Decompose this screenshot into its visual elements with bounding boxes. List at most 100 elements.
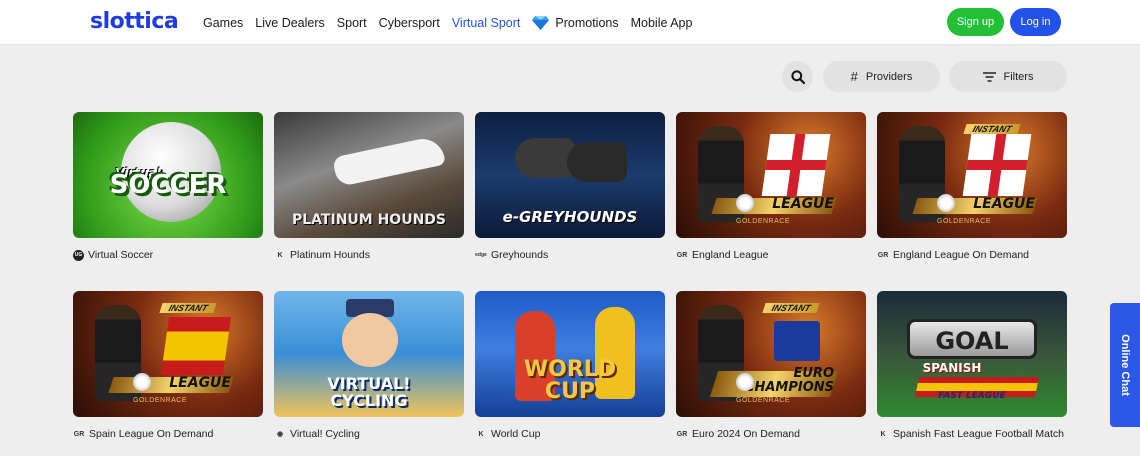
game-caption[interactable]: GR Euro 2024 On Demand [676, 428, 866, 440]
ball-icon [736, 194, 754, 212]
spain-flag-icon [160, 317, 232, 375]
game-card-platinum-hounds[interactable]: PLATINUM HOUNDS K Platinum Hounds [274, 112, 464, 261]
game-thumbnail[interactable]: LEAGUE GOLDENRACE [676, 112, 866, 238]
game-thumbnail[interactable]: e-GREYHOUNDS [475, 112, 665, 238]
game-title: Platinum Hounds [290, 249, 370, 261]
ball-icon [937, 194, 955, 212]
game-title: Virtual Soccer [88, 249, 154, 261]
edge-provider-icon: edge [475, 252, 487, 258]
gr-provider-icon: GR [73, 430, 85, 438]
instant-tag: INSTANT [762, 303, 820, 313]
gr-provider-icon: GR [676, 251, 688, 259]
goldenrace-logo: GOLDENRACE [736, 218, 791, 225]
nav-promotions-label: Promotions [555, 15, 619, 30]
instant-tag: INSTANT [963, 124, 1021, 134]
art-title: SOCCER [109, 170, 227, 200]
game-thumbnail[interactable]: INSTANT LEAGUE GOLDENRACE [73, 291, 263, 417]
game-title: England League [692, 249, 769, 261]
game-card-spain-league-on-demand[interactable]: INSTANT LEAGUE GOLDENRACE GR Spain Leagu… [73, 291, 263, 440]
art-title: LEAGUE [772, 196, 834, 212]
game-title: Greyhounds [491, 249, 549, 261]
fast-league-tag: FAST LEAGUE [938, 391, 1006, 401]
game-title: Spanish Fast League Football Match [893, 428, 1065, 440]
filters-button[interactable]: Filters [949, 61, 1067, 92]
art-title: LEAGUE [169, 375, 231, 391]
game-caption[interactable]: ◉ Virtual! Cycling [274, 428, 464, 440]
greyhound-icon [567, 142, 627, 182]
game-thumbnail[interactable]: INSTANT LEAGUE GOLDENRACE [877, 112, 1067, 238]
ball-icon [736, 373, 754, 391]
ug-provider-icon: UG [73, 249, 84, 261]
art-title: PLATINUM HOUNDS [292, 212, 446, 228]
game-caption[interactable]: UG Virtual Soccer [73, 249, 263, 261]
k-provider-icon: K [880, 430, 886, 438]
game-card-greyhounds[interactable]: e-GREYHOUNDS edge Greyhounds [475, 112, 665, 261]
game-caption[interactable]: edge Greyhounds [475, 249, 665, 261]
england-flag-icon [761, 134, 831, 196]
game-caption[interactable]: GR England League On Demand [877, 249, 1067, 261]
game-title: Virtual! Cycling [290, 428, 360, 440]
providers-label: Providers [865, 70, 913, 83]
art-title: EURO CHAMPIONS [744, 366, 834, 395]
art-subtitle: SPANISH [922, 361, 982, 375]
greyhound-icon [515, 138, 575, 178]
game-caption[interactable]: GR Spain League On Demand [73, 428, 263, 440]
eye-provider-icon: ◉ [276, 431, 284, 438]
gr-provider-icon: GR [676, 430, 688, 438]
game-card-euro-2024-on-demand[interactable]: INSTANT EURO CHAMPIONS GOLDENRACE GR Eur… [676, 291, 866, 440]
game-thumbnail[interactable]: Virtual SOCCER [73, 112, 263, 238]
gr-provider-icon: GR [877, 251, 889, 259]
game-thumbnail[interactable]: GOAL SPANISH FAST LEAGUE [877, 291, 1067, 417]
online-chat-tab[interactable]: Online Chat [1110, 303, 1140, 427]
goldenrace-logo: GOLDENRACE [736, 397, 791, 404]
game-caption[interactable]: GR England League [676, 249, 866, 261]
goldenrace-logo: GOLDENRACE [937, 218, 992, 225]
art-title: GOAL [935, 327, 1009, 355]
eu-flag-icon [774, 321, 820, 361]
nav-virtual-sport[interactable]: Virtual Sport [452, 16, 521, 30]
game-card-england-league[interactable]: LEAGUE GOLDENRACE GR England League [676, 112, 866, 261]
game-title: Spain League On Demand [89, 428, 214, 440]
game-card-virtual-soccer[interactable]: Virtual SOCCER UG Virtual Soccer [73, 112, 263, 261]
game-thumbnail[interactable]: INSTANT EURO CHAMPIONS GOLDENRACE [676, 291, 866, 417]
game-title: England League On Demand [893, 249, 1030, 261]
diamond-icon [532, 15, 550, 30]
game-thumbnail[interactable]: WORLD CUP [475, 291, 665, 417]
game-caption[interactable]: K Spanish Fast League Football Match [877, 428, 1067, 440]
goldenrace-logo: GOLDENRACE [133, 397, 188, 404]
site-header: slottica Games Live Dealers Sport Cybers… [0, 0, 1140, 45]
signup-button[interactable]: Sign up [947, 8, 1004, 36]
game-caption[interactable]: K World Cup [475, 428, 665, 440]
providers-button[interactable]: # Providers [823, 61, 940, 92]
game-card-spanish-fast-league[interactable]: GOAL SPANISH FAST LEAGUE K Spanish Fast … [877, 291, 1067, 440]
art-title: VIRTUAL! CYCLING [327, 374, 411, 410]
game-thumbnail[interactable]: VIRTUAL! CYCLING [274, 291, 464, 417]
art-title: WORLD CUP [523, 357, 617, 404]
game-card-virtual-cycling[interactable]: VIRTUAL! CYCLING ◉ Virtual! Cycling [274, 291, 464, 440]
game-title: World Cup [491, 428, 541, 440]
game-card-world-cup[interactable]: WORLD CUP K World Cup [475, 291, 665, 440]
nav-promotions[interactable]: Promotions [532, 15, 619, 30]
art-title: LEAGUE [973, 196, 1035, 212]
game-thumbnail[interactable]: PLATINUM HOUNDS [274, 112, 464, 238]
k-provider-icon: K [277, 251, 283, 259]
nav-games[interactable]: Games [203, 16, 243, 30]
search-button[interactable] [782, 61, 813, 92]
nav-cybersport[interactable]: Cybersport [379, 16, 440, 30]
character-face [342, 313, 398, 367]
nav-live-dealers[interactable]: Live Dealers [255, 16, 324, 30]
greyhound-icon [332, 134, 446, 188]
art-title: e-GREYHOUNDS [502, 208, 638, 226]
hash-icon: # [850, 69, 858, 84]
k-provider-icon: K [478, 430, 484, 438]
slottica-logo[interactable]: slottica [90, 9, 179, 34]
filters-label: Filters [1003, 70, 1034, 83]
game-title: Euro 2024 On Demand [692, 428, 800, 440]
game-card-england-league-on-demand[interactable]: INSTANT LEAGUE GOLDENRACE GR England Lea… [877, 112, 1067, 261]
online-chat-label: Online Chat [1119, 334, 1132, 396]
nav-sport[interactable]: Sport [337, 16, 367, 30]
main-nav: Games Live Dealers Sport Cybersport Virt… [203, 0, 704, 45]
game-caption[interactable]: K Platinum Hounds [274, 249, 464, 261]
login-button[interactable]: Log in [1010, 8, 1061, 36]
nav-mobile-app[interactable]: Mobile App [631, 16, 693, 30]
